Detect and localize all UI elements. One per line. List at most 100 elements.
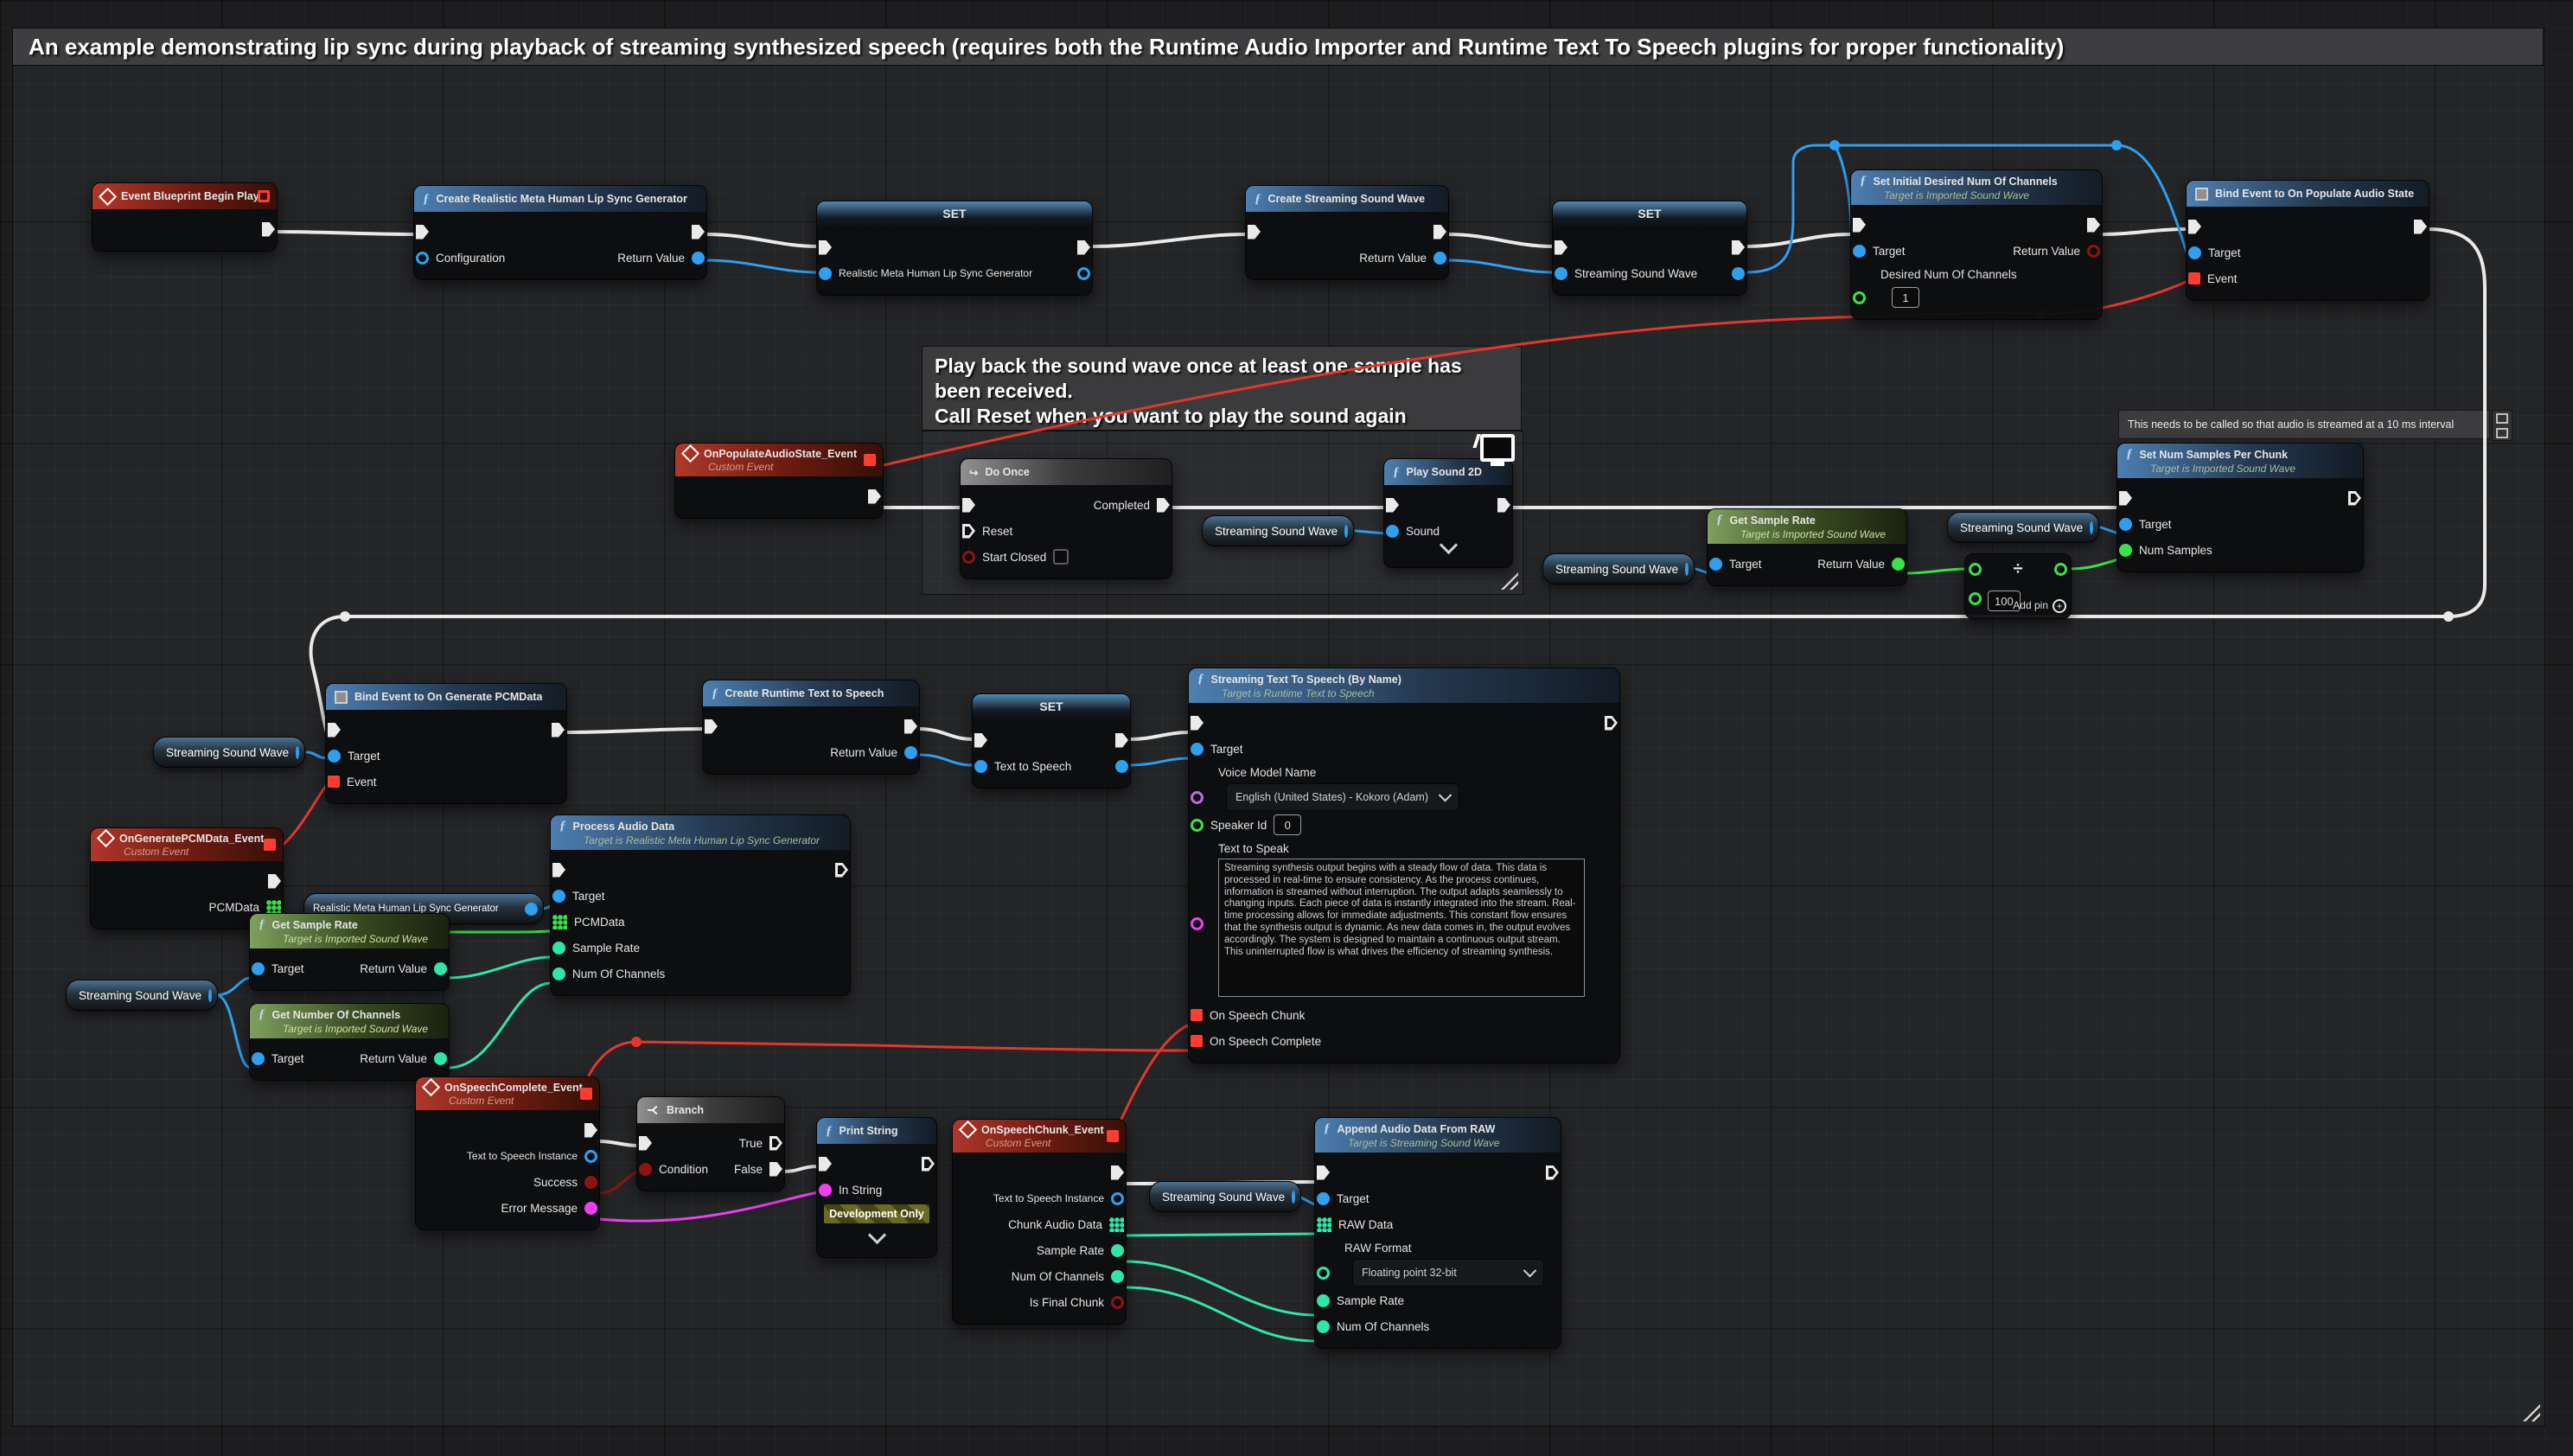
node-branch[interactable]: Branch True Condition False <box>636 1096 785 1191</box>
voice-model-pin[interactable] <box>1191 791 1204 804</box>
error-message-pin[interactable] <box>584 1202 597 1215</box>
exec-in-pin[interactable] <box>416 225 429 239</box>
exec-in-pin[interactable] <box>639 1136 652 1151</box>
variable-in-pin[interactable] <box>1555 267 1567 280</box>
exec-in-pin[interactable] <box>2119 491 2132 506</box>
node-on-populate-audio-state-event[interactable]: OnPopulateAudioState_Event Custom Event <box>674 443 884 519</box>
target-pin[interactable] <box>1191 743 1204 756</box>
node-bind-event-generate-pcmdata[interactable]: Bind Event to On Generate PCMData Target… <box>325 683 567 804</box>
return-value-pin[interactable] <box>2087 245 2100 258</box>
blueprint-canvas[interactable]: An example demonstrating lip sync during… <box>0 0 2573 1456</box>
return-value-pin[interactable] <box>434 962 447 975</box>
node-set-lip-sync-generator[interactable]: SET Realistic Meta Human Lip Sync Genera… <box>816 201 1093 296</box>
exec-out-pin[interactable] <box>1115 733 1128 748</box>
delegate-pin[interactable] <box>864 454 876 466</box>
object-reroute-dot[interactable] <box>1829 140 1840 150</box>
divide-input-a-pin[interactable] <box>1969 563 1982 576</box>
exec-out-pin[interactable] <box>1732 240 1745 255</box>
raw-format-pin[interactable] <box>1317 1267 1330 1280</box>
exec-in-pin[interactable] <box>962 498 975 513</box>
exec-out-pin[interactable] <box>1605 716 1618 731</box>
variable-in-pin[interactable] <box>819 267 832 280</box>
node-bind-event-populate-audio-state[interactable]: Bind Event to On Populate Audio State Ta… <box>2186 180 2429 301</box>
event-pin[interactable] <box>2188 272 2200 284</box>
variable-pill-streaming-sound-wave[interactable]: Streaming Sound Wave <box>1542 553 1695 584</box>
num-samples-pin[interactable] <box>2119 544 2132 557</box>
variable-pill-streaming-sound-wave[interactable]: Streaming Sound Wave <box>1947 512 2099 543</box>
target-pin[interactable] <box>552 890 565 903</box>
variable-pill-streaming-sound-wave[interactable]: Streaming Sound Wave <box>1149 1181 1301 1212</box>
target-pin[interactable] <box>1317 1192 1330 1205</box>
reset-pin[interactable] <box>962 524 975 539</box>
start-closed-pin[interactable] <box>962 551 975 564</box>
exec-in-pin[interactable] <box>1555 240 1567 255</box>
completed-pin[interactable] <box>1157 498 1170 513</box>
node-set-streaming-sound-wave[interactable]: SET Streaming Sound Wave <box>1552 201 1747 296</box>
num-of-channels-pin[interactable] <box>552 967 565 980</box>
target-pin[interactable] <box>1709 558 1722 571</box>
exec-out-pin[interactable] <box>2414 220 2427 234</box>
pcmdata-pin[interactable] <box>552 915 567 929</box>
exec-out-pin[interactable] <box>835 863 848 878</box>
node-process-audio-data[interactable]: ƒ Process Audio Data Target is Realistic… <box>550 814 851 996</box>
divide-output-pin[interactable] <box>2054 563 2067 576</box>
divide-input-b-pin[interactable] <box>1969 592 1982 605</box>
desired-num-channels-input[interactable]: 1 <box>1892 287 1919 308</box>
return-value-pin[interactable] <box>692 252 705 265</box>
variable-out-pin[interactable] <box>1685 563 1689 576</box>
exec-in-pin[interactable] <box>819 240 832 255</box>
variable-in-pin[interactable] <box>974 760 987 773</box>
desired-num-channels-pin[interactable] <box>1853 291 1866 304</box>
exec-out-pin[interactable] <box>268 874 281 889</box>
variable-pill-streaming-sound-wave[interactable]: Streaming Sound Wave <box>1202 515 1354 546</box>
node-print-string[interactable]: ƒ Print String In String Development Onl… <box>816 1117 937 1258</box>
exec-out-pin[interactable] <box>2348 491 2361 506</box>
variable-out-pin[interactable] <box>525 903 538 916</box>
variable-out-pin[interactable] <box>208 989 212 1002</box>
variable-out-pin[interactable] <box>296 746 299 759</box>
target-pin[interactable] <box>252 962 265 975</box>
exec-out-pin[interactable] <box>262 222 275 237</box>
variable-out-pin[interactable] <box>1077 267 1090 280</box>
node-on-speech-complete-event[interactable]: OnSpeechComplete_Event Custom Event Text… <box>415 1076 600 1230</box>
exec-out-pin[interactable] <box>1077 240 1090 255</box>
target-pin[interactable] <box>2188 246 2201 259</box>
variable-out-pin[interactable] <box>1344 525 1348 538</box>
target-pin[interactable] <box>328 750 341 763</box>
success-pin[interactable] <box>584 1176 597 1189</box>
pcmdata-pin[interactable] <box>266 900 281 915</box>
false-pin[interactable] <box>769 1162 782 1177</box>
return-value-pin[interactable] <box>434 1052 447 1065</box>
exec-reroute-dot[interactable] <box>2443 611 2454 622</box>
exec-in-pin[interactable] <box>1317 1165 1330 1180</box>
event-pin[interactable] <box>328 776 340 788</box>
true-pin[interactable] <box>769 1136 782 1151</box>
exec-out-pin[interactable] <box>1497 498 1510 513</box>
on-speech-complete-pin[interactable] <box>1191 1035 1203 1047</box>
node-create-runtime-text-to-speech[interactable]: ƒ Create Runtime Text to Speech Return V… <box>702 680 920 775</box>
exec-in-pin[interactable] <box>1853 218 1866 233</box>
exec-out-pin[interactable] <box>552 723 565 738</box>
exec-out-pin[interactable] <box>1111 1165 1124 1180</box>
exec-in-pin[interactable] <box>819 1157 832 1172</box>
exec-out-pin[interactable] <box>1546 1165 1559 1180</box>
node-get-sample-rate[interactable]: ƒ Get Sample Rate Target is Imported Sou… <box>249 913 450 991</box>
exec-in-pin[interactable] <box>552 863 565 878</box>
sample-rate-pin[interactable] <box>552 942 565 955</box>
raw-data-pin[interactable] <box>1317 1217 1331 1232</box>
text-to-speech-instance-pin[interactable] <box>584 1150 597 1163</box>
delegate-pin[interactable] <box>264 839 276 851</box>
num-of-channels-pin[interactable] <box>1111 1270 1124 1283</box>
in-string-pin[interactable] <box>819 1184 832 1197</box>
configuration-pin[interactable] <box>416 252 429 265</box>
exec-out-pin[interactable] <box>922 1157 935 1172</box>
target-pin[interactable] <box>1853 245 1866 258</box>
exec-out-pin[interactable] <box>2087 218 2100 233</box>
node-play-sound-2d[interactable]: ƒ Play Sound 2D Sound <box>1383 458 1513 568</box>
delegate-pin[interactable] <box>1107 1130 1119 1142</box>
exec-out-pin[interactable] <box>868 489 881 504</box>
expand-chevron-icon[interactable] <box>867 1226 885 1244</box>
exec-in-pin[interactable] <box>705 719 718 734</box>
node-create-lip-sync-generator[interactable]: ƒ Create Realistic Meta Human Lip Sync G… <box>413 185 707 280</box>
node-divide[interactable]: ÷ 100 Add pin + <box>1964 553 2072 619</box>
